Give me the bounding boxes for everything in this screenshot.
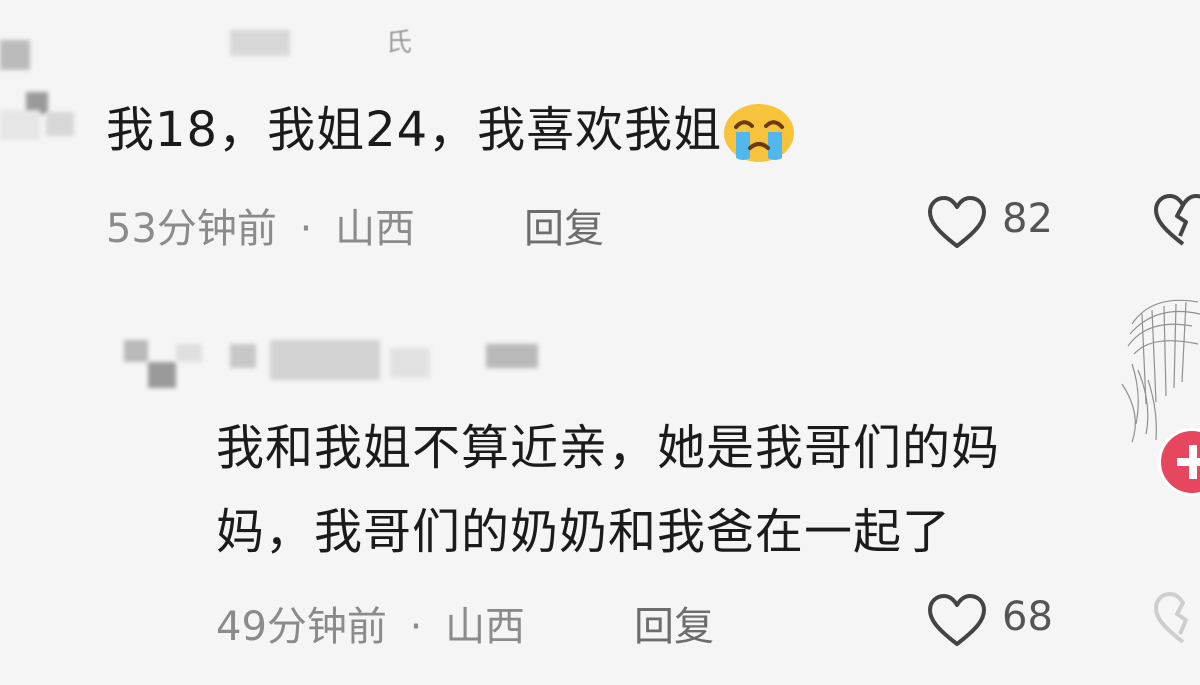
- heart-icon: [926, 194, 988, 252]
- location: 山西: [335, 206, 416, 252]
- reply-button[interactable]: 回复: [634, 594, 714, 652]
- reply-label: 回复: [634, 604, 714, 650]
- crying-emoji-icon: [722, 102, 796, 164]
- reply-text: 我和我姐不算近亲，她是我哥们的妈 妈，我哥们的奶奶和我爸在一起了: [216, 406, 1000, 574]
- comment-meta: 53分钟前 · 山西: [106, 196, 415, 254]
- reply-meta: 49分钟前 · 山西: [216, 594, 525, 652]
- username-visible-char: 氏: [386, 28, 413, 58]
- username[interactable]: 氏: [230, 22, 440, 62]
- timestamp: 49分钟前: [216, 604, 387, 650]
- like-count: 82: [1002, 196, 1053, 242]
- heart-icon: [926, 592, 988, 650]
- reply-text-line-2: 妈，我哥们的奶奶和我爸在一起了: [216, 504, 952, 560]
- meta-separator: ·: [299, 206, 313, 252]
- timestamp: 53分钟前: [106, 206, 277, 252]
- reply-label: 回复: [524, 206, 604, 252]
- meta-separator: ·: [409, 604, 423, 650]
- comment-text: 我18，我姐24，我喜欢我姐: [106, 88, 796, 172]
- sketch-avatar[interactable]: [1112, 284, 1200, 444]
- dislike-icon[interactable]: [1152, 192, 1200, 252]
- location: 山西: [445, 604, 526, 650]
- reply-avatar[interactable]: [124, 340, 204, 400]
- like-button[interactable]: 68: [926, 588, 1066, 652]
- like-button[interactable]: 82: [926, 190, 1066, 254]
- like-count: 68: [1002, 594, 1053, 640]
- avatar[interactable]: [0, 40, 80, 140]
- comment-body: 我18，我姐24，我喜欢我姐: [106, 102, 723, 158]
- comment-2: 我和我姐不算近亲，她是我哥们的妈 妈，我哥们的奶奶和我爸在一起了 49分钟前 ·…: [0, 270, 1200, 685]
- reply-username[interactable]: [230, 340, 550, 390]
- reply-text-line-1: 我和我姐不算近亲，她是我哥们的妈: [216, 420, 1001, 476]
- reply-button[interactable]: 回复: [524, 196, 604, 254]
- dislike-icon[interactable]: [1152, 590, 1200, 650]
